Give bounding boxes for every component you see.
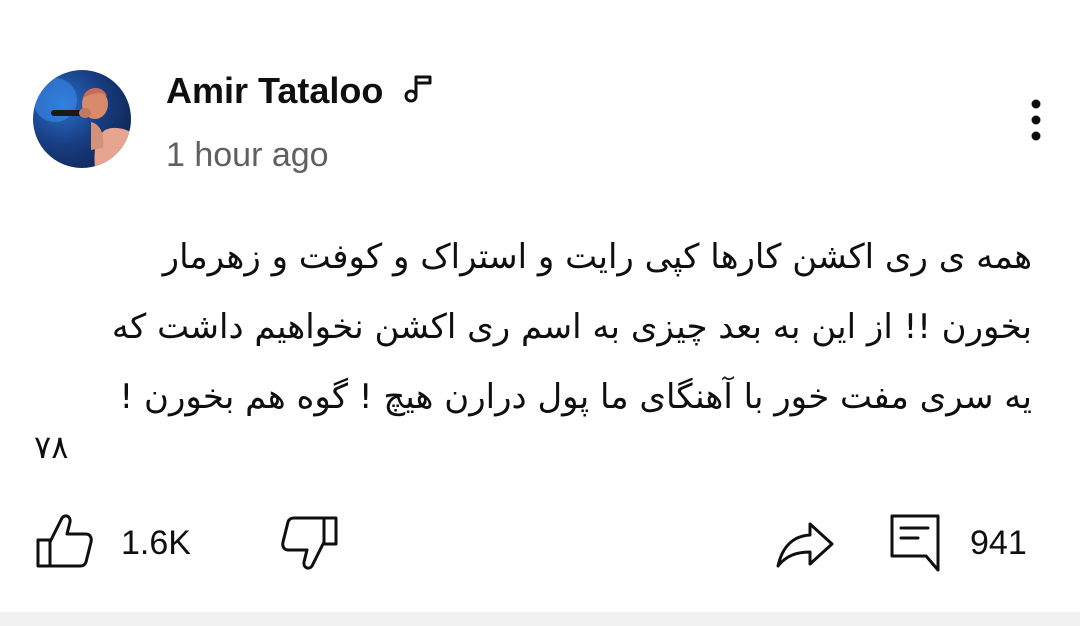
post-body-line: همه ی ری اکشن کارها کپی رایت و استراک و … [162,237,1032,277]
more-vertical-icon[interactable] [1016,96,1056,146]
avatar[interactable] [33,70,131,168]
thumbs-down-icon[interactable] [280,510,340,574]
like-count: 1.6K [121,524,191,562]
post-body-number: ۷۸ [34,428,69,466]
author-name[interactable]: Amir Tataloo [166,70,383,112]
avatar-image [33,78,131,168]
post-body-line: بخورن !! از این به بعد چیزی به اسم ری اک… [111,307,1032,347]
share-arrow-icon[interactable] [774,510,836,574]
post-body: همه ی ری اکشن کارها کپی رایت و استراک و … [28,222,1032,432]
post-timestamp[interactable]: 1 hour ago [166,136,329,175]
community-post: Amir Tataloo 1 hour ago همه ی ری اکشن کا… [0,0,1080,626]
music-note-icon [404,75,432,103]
post-body-line: یه سری مفت خور با آهنگای ما پول درارن هی… [119,377,1032,417]
comment-count: 941 [970,524,1027,562]
comment-icon[interactable] [888,510,944,574]
divider [0,612,1080,626]
thumbs-up-icon[interactable] [34,510,94,574]
